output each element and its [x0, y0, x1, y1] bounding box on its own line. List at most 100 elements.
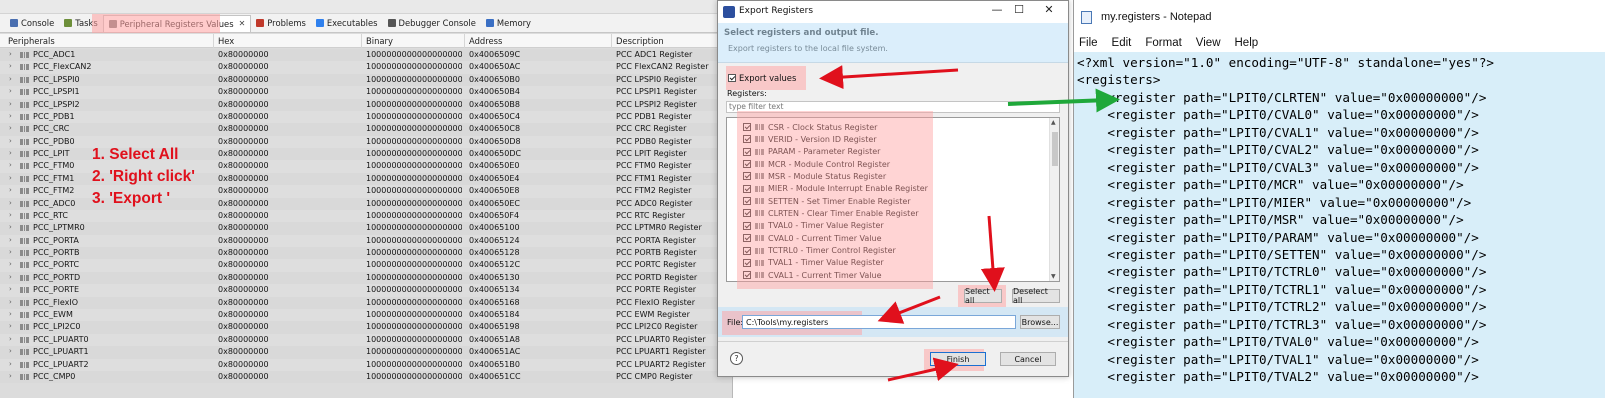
expand-arrow-icon[interactable]: ›	[9, 87, 12, 95]
browse-button[interactable]: Browse...	[1020, 315, 1060, 329]
expand-arrow-icon[interactable]: ›	[9, 248, 12, 256]
table-row[interactable]: › PCC_ADC1 0x80000000 100000000000000000000…	[0, 49, 732, 62]
scroll-down-icon[interactable]: ▼	[1051, 273, 1056, 280]
table-row[interactable]: › PCC_LPSPI0 0x80000000 1000000000000000000…	[0, 73, 732, 87]
checkbox-icon[interactable]	[743, 184, 751, 193]
register-list-item[interactable]: CLRTEN - Clear Timer Enable Register	[743, 207, 919, 219]
column-separator[interactable]	[464, 34, 465, 48]
column-separator[interactable]	[611, 34, 612, 48]
menu-format[interactable]: Format	[1145, 37, 1181, 49]
expand-arrow-icon[interactable]: ›	[9, 335, 12, 343]
expand-arrow-icon[interactable]: ›	[9, 112, 12, 120]
cancel-button[interactable]: Cancel	[1000, 352, 1056, 366]
export-values-checkbox[interactable]: Export values	[728, 73, 796, 83]
close-icon[interactable]: ✕	[1040, 3, 1058, 16]
register-list-item[interactable]: TVAL0 - Timer Value Register	[743, 220, 884, 232]
tab-console[interactable]: Console	[5, 15, 59, 32]
column-separator[interactable]	[213, 34, 214, 48]
checkbox-icon[interactable]	[743, 123, 751, 131]
scroll-thumb[interactable]	[1052, 132, 1058, 166]
checkbox-icon[interactable]	[743, 197, 751, 206]
menu-help[interactable]: Help	[1235, 37, 1259, 49]
expand-arrow-icon[interactable]: ›	[9, 298, 12, 306]
register-list-item[interactable]: CSR - Clock Status Register	[743, 121, 877, 133]
expand-arrow-icon[interactable]: ›	[9, 322, 12, 330]
register-list-item[interactable]: VERID - Version ID Register	[743, 133, 877, 145]
registers-scrollbar[interactable]: ▲ ▼	[1049, 118, 1059, 281]
tab-debugger-console[interactable]: Debugger Console	[383, 15, 481, 32]
tab-tasks[interactable]: Tasks	[59, 15, 102, 32]
register-list-item[interactable]: MSR - Module Status Register	[743, 170, 886, 182]
deselect-all-button[interactable]: Deselect all	[1012, 287, 1060, 305]
file-path-input[interactable]: C:\Tools\my.registers	[742, 315, 1016, 329]
expand-arrow-icon[interactable]: ›	[9, 124, 12, 132]
register-list-item[interactable]: TVAL1 - Timer Value Register	[743, 257, 884, 269]
finish-button[interactable]: Finish	[930, 352, 986, 366]
scroll-up-icon[interactable]: ▲	[1051, 119, 1056, 126]
table-row[interactable]: › PCC_EWM 0x80000000 1000000000000000000000…	[0, 308, 732, 322]
column-address[interactable]: Address	[469, 36, 502, 46]
expand-arrow-icon[interactable]: ›	[9, 186, 12, 194]
expand-arrow-icon[interactable]: ›	[9, 285, 12, 293]
checkbox-icon[interactable]	[743, 147, 751, 156]
table-row[interactable]: › PCC_CRC 0x80000000 1000000000000000000000…	[0, 123, 732, 136]
expand-arrow-icon[interactable]: ›	[9, 211, 12, 219]
menu-edit[interactable]: Edit	[1112, 37, 1132, 49]
table-row[interactable]: › PCC_LPI2C0 0x80000000 1000000000000000000…	[0, 321, 732, 334]
expand-arrow-icon[interactable]: ›	[9, 260, 12, 268]
table-row[interactable]: › PCC_LPUART2 0x80000000 100000000000000000…	[0, 358, 732, 371]
expand-arrow-icon[interactable]: ›	[9, 50, 12, 58]
table-row[interactable]: › PCC_LPSPI2 0x80000000 1000000000000000000…	[0, 98, 732, 111]
register-list-item[interactable]: SETTEN - Set Timer Enable Register	[743, 195, 911, 207]
expand-arrow-icon[interactable]: ›	[9, 149, 12, 157]
column-binary[interactable]: Binary	[366, 36, 393, 46]
register-list-item[interactable]: TCTRL0 - Timer Control Register	[743, 245, 896, 257]
tab-executables[interactable]: Executables	[311, 15, 383, 32]
checkbox-icon[interactable]	[743, 209, 751, 218]
minimize-icon[interactable]: —	[988, 3, 1006, 16]
select-all-button[interactable]: Select all	[964, 287, 1002, 305]
expand-arrow-icon[interactable]: ›	[9, 273, 12, 281]
checkbox-icon[interactable]	[743, 271, 751, 280]
table-row[interactable]: › PCC_PORTC 0x80000000 1000000000000000000 0…	[0, 259, 732, 272]
expand-arrow-icon[interactable]: ›	[9, 199, 12, 207]
column-hex[interactable]: Hex	[218, 36, 234, 46]
checkbox-icon[interactable]	[743, 221, 751, 230]
table-row[interactable]: › PCC_RTC 0x80000000 1000000000000000000000…	[0, 209, 732, 223]
expand-arrow-icon[interactable]: ›	[9, 223, 12, 231]
checkbox-icon[interactable]	[743, 234, 751, 243]
register-list-item[interactable]: MCR - Module Control Register	[743, 158, 890, 170]
menu-file[interactable]: File	[1079, 37, 1098, 49]
tab-peripheral-registers-values[interactable]: Peripheral Registers Values ✕	[102, 14, 252, 32]
table-row[interactable]: › PCC_FlexCAN2 0x80000000 10000000000000000…	[0, 61, 732, 74]
table-row[interactable]: › PCC_PDB1 0x80000000 100000000000000000000…	[0, 110, 732, 124]
expand-arrow-icon[interactable]: ›	[9, 161, 12, 169]
registers-list[interactable]: ▲ ▼ CSR - Clock Status Register VERID - V…	[726, 117, 1060, 282]
checkbox-icon[interactable]	[743, 135, 751, 144]
checkbox-icon[interactable]	[743, 160, 751, 169]
tab-memory[interactable]: Memory	[481, 15, 536, 32]
expand-arrow-icon[interactable]: ›	[9, 174, 12, 182]
table-row[interactable]: › PCC_CMP0 0x80000000 100000000000000000000…	[0, 370, 732, 384]
table-row[interactable]: › PCC_PORTD 0x80000000 1000000000000000000 0…	[0, 271, 732, 285]
expand-arrow-icon[interactable]: ›	[9, 372, 12, 380]
table-row[interactable]: › PCC_LPTMR0 0x80000000 1000000000000000000…	[0, 222, 732, 235]
column-description[interactable]: Description	[616, 36, 664, 46]
checkbox-icon[interactable]	[743, 258, 751, 267]
close-tab-icon[interactable]: ✕	[239, 19, 246, 28]
table-row[interactable]: › PCC_FlexIO 0x80000000 1000000000000000000…	[0, 296, 732, 309]
expand-arrow-icon[interactable]: ›	[9, 75, 12, 83]
maximize-icon[interactable]: ☐	[1010, 3, 1028, 16]
checkbox-icon[interactable]	[728, 74, 736, 82]
register-list-item[interactable]: CVAL0 - Current Timer Value	[743, 232, 882, 244]
menu-view[interactable]: View	[1196, 37, 1221, 49]
table-row[interactable]: › PCC_LPUART1 0x80000000 100000000000000000…	[0, 346, 732, 359]
filter-input[interactable]: type filter text	[726, 101, 1060, 113]
table-row[interactable]: › PCC_PORTE 0x80000000 1000000000000000000 0…	[0, 284, 732, 297]
tab-problems[interactable]: Problems	[251, 15, 311, 32]
expand-arrow-icon[interactable]: ›	[9, 100, 12, 108]
table-row[interactable]: › PCC_PORTB 0x80000000 1000000000000000000 0…	[0, 247, 732, 260]
checkbox-icon[interactable]	[743, 172, 751, 181]
register-list-item[interactable]: MIER - Module Interrupt Enable Register	[743, 183, 928, 195]
expand-arrow-icon[interactable]: ›	[9, 137, 12, 145]
